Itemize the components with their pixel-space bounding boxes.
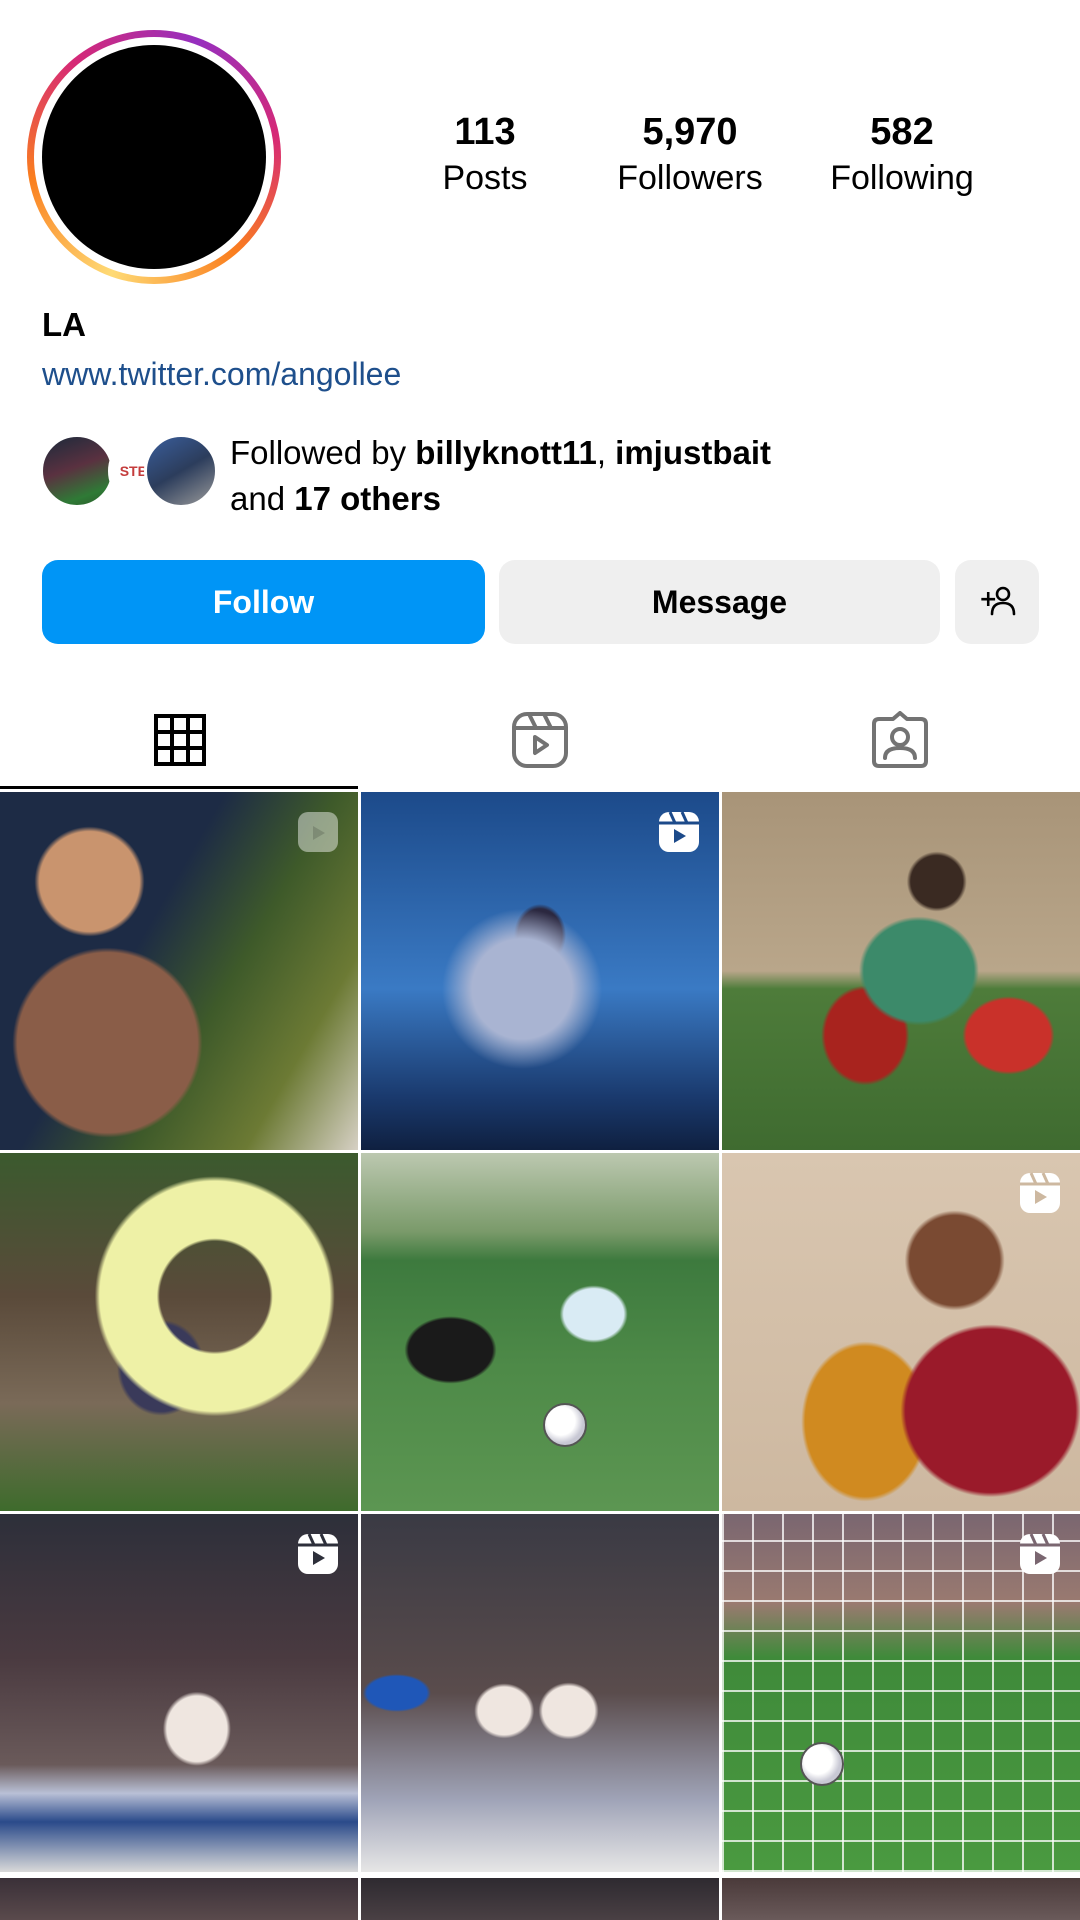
profile-avatar[interactable] [42,45,266,269]
follower-username-1: billyknott11 [415,434,597,471]
post-thumbnail-7[interactable] [0,1514,358,1872]
post-thumbnail-4[interactable] [0,1153,358,1511]
reels-icon [512,712,568,768]
add-person-icon: + [979,586,1016,616]
stat-following[interactable]: 582 Following [812,108,992,200]
follower-avatar-1 [40,434,114,508]
stat-posts[interactable]: 113 Posts [420,108,550,200]
followers-count: 5,970 [642,111,738,153]
post-thumbnail-11[interactable] [361,1878,719,1920]
svg-text:+: + [979,587,997,612]
post-thumbnail-12[interactable] [722,1878,1080,1920]
followed-by-separator: , [596,434,616,471]
tab-posts-grid[interactable] [0,690,360,790]
follower-username-2: imjustbait [615,434,772,471]
tab-reels[interactable] [360,690,720,790]
post-thumbnail-3[interactable] [722,792,1080,1150]
reel-icon [1020,1172,1060,1213]
profile-name: LA [42,306,86,343]
followers-label: Followers [617,159,763,197]
follower-avatar-3 [144,434,218,508]
posts-grid-next-row [0,1878,1080,1920]
following-label: Following [830,159,974,197]
reel-icon [659,811,699,852]
reel-icon [1020,1533,1060,1574]
following-count: 582 [870,111,934,153]
tab-tagged[interactable] [720,690,1080,790]
post-thumbnail-6[interactable] [722,1153,1080,1511]
post-thumbnail-9[interactable] [722,1514,1080,1872]
post-thumbnail-1[interactable] [0,792,358,1150]
post-thumbnail-5[interactable] [361,1153,719,1511]
post-thumbnail-2[interactable] [361,792,719,1150]
football-ball [800,1742,844,1786]
reel-icon [298,1533,338,1574]
follow-button[interactable]: Follow [42,560,485,644]
followed-by-and: and [230,480,295,517]
posts-label: Posts [442,159,528,197]
active-tab-indicator [0,786,358,789]
followed-by-others: 17 others [294,480,441,517]
profile-tabs [0,690,1080,790]
post-thumbnail-10[interactable] [0,1878,358,1920]
avatar-gap [34,37,274,277]
followed-by[interactable]: STBAIT Followed by billyknott11, imjustb… [40,430,1040,517]
football-ball [543,1403,587,1447]
profile-avatar-ring[interactable] [27,30,281,284]
stat-followers[interactable]: 5,970 Followers [600,108,780,200]
posts-count: 113 [454,111,516,153]
grid-icon [154,714,206,766]
followed-by-prefix: Followed by [230,434,416,471]
reel-icon [298,812,338,852]
suggest-users-button[interactable]: + [955,560,1039,644]
message-button[interactable]: Message [499,560,940,644]
profile-link[interactable]: www.twitter.com/angollee [42,356,401,393]
post-thumbnail-8[interactable] [361,1514,719,1872]
tagged-icon [872,711,928,768]
followed-by-text: Followed by billyknott11, imjustbait and… [230,430,771,522]
